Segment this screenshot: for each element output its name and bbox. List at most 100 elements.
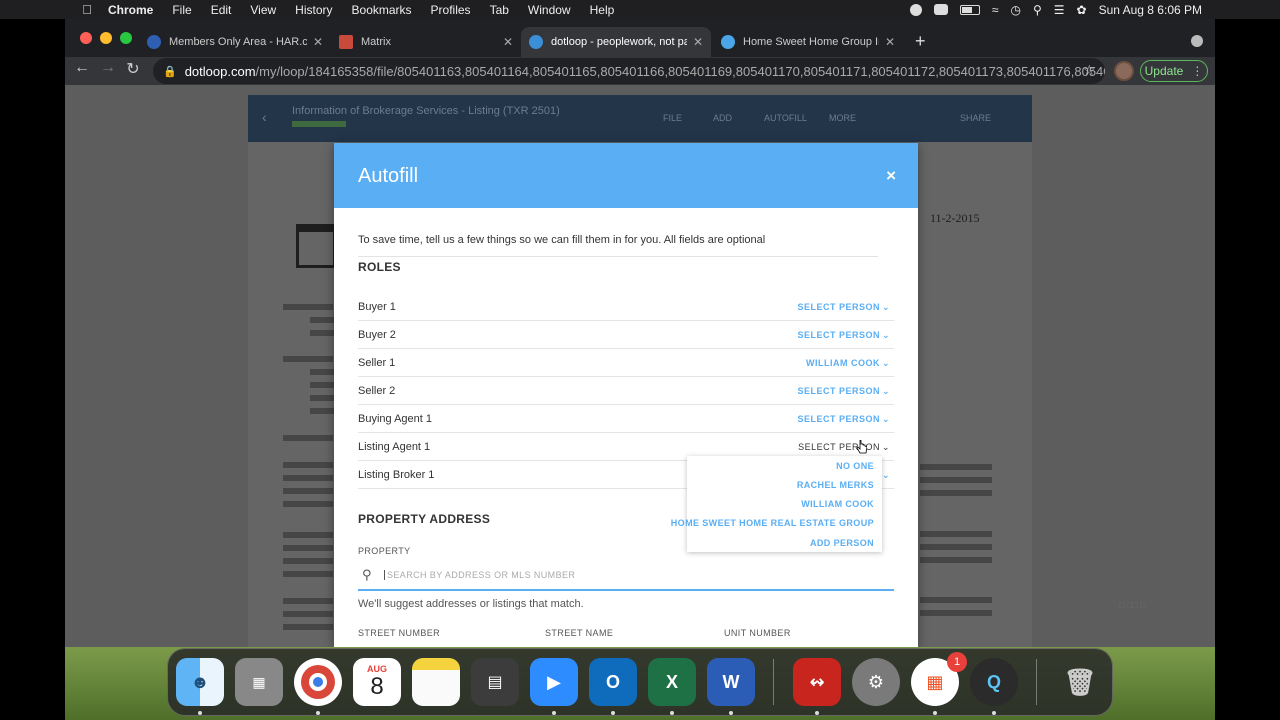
share-button[interactable]: SHARE <box>960 113 991 123</box>
address-bar[interactable]: 🔒 dotloop.com /my/loop/184165358/file/80… <box>153 58 1105 84</box>
lock-icon[interactable]: 🔒 <box>163 65 177 78</box>
role-select[interactable]: SELECT PERSON ⌄ <box>797 386 890 397</box>
menu-tab[interactable]: Tab <box>490 3 509 17</box>
role-select[interactable]: WILLIAM COOK ⌄ <box>806 358 890 369</box>
role-select[interactable]: SELECT PERSON ⌄ <box>797 414 890 425</box>
macos-menu-bar:  Chrome File Edit View History Bookmark… <box>0 0 1280 19</box>
back-arrow-icon[interactable]: ← <box>71 59 93 77</box>
close-icon[interactable]: × <box>886 166 896 186</box>
zoom-window-icon[interactable] <box>120 32 132 44</box>
close-tab-icon[interactable]: ✕ <box>313 35 323 49</box>
zoom-icon[interactable]: ▶ <box>530 658 578 715</box>
option-william-cook[interactable]: WILLIAM COOK <box>801 499 874 509</box>
dock-separator <box>773 659 774 705</box>
trash-icon[interactable]: 🗑 <box>1056 658 1104 706</box>
option-home-sweet-home[interactable]: HOME SWEET HOME REAL ESTATE GROUP <box>671 518 874 528</box>
tab-strip: Members Only Area - HAR.com ✕ Matrix ✕ d… <box>65 19 1215 57</box>
menu-more-doc[interactable]: MORE <box>829 113 856 123</box>
option-no-one[interactable]: NO ONE <box>836 461 874 471</box>
wifi-icon[interactable]: ≈ <box>992 3 999 17</box>
menu-file[interactable]: File <box>172 3 191 17</box>
microsoft-autoupdate-icon[interactable]: ▦ 1 <box>911 652 967 715</box>
back-chevron-icon[interactable]: ‹ <box>262 109 267 125</box>
tab-matrix[interactable]: Matrix ✕ <box>331 27 521 57</box>
doc-text-line <box>920 477 992 483</box>
display-icon[interactable] <box>933 4 948 15</box>
option-add-person[interactable]: ADD PERSON <box>810 538 874 548</box>
launchpad-icon[interactable]: ▦ <box>235 658 283 706</box>
role-select[interactable]: SELECT PERSON ⌄ <box>797 302 890 313</box>
bookmark-star-icon[interactable]: ☆ <box>1083 62 1096 79</box>
chevron-down-icon: ⌄ <box>881 330 890 340</box>
tab-har[interactable]: Members Only Area - HAR.com ✕ <box>139 27 331 57</box>
menu-profiles[interactable]: Profiles <box>431 3 471 17</box>
update-button[interactable]: Update ⋮ <box>1140 60 1208 82</box>
menu-file-doc[interactable]: FILE <box>663 113 682 123</box>
apple-menu-icon[interactable]:  <box>80 2 94 17</box>
acrobat-icon[interactable]: ↭ <box>793 658 841 715</box>
battery-icon[interactable] <box>959 4 980 15</box>
autofill-modal: Autofill × To save time, tell us a few t… <box>334 143 918 647</box>
option-rachel-merks[interactable]: RACHEL MERKS <box>797 480 874 490</box>
menu-add-doc[interactable]: ADD <box>713 113 732 123</box>
har-favicon-icon <box>147 35 161 49</box>
window-controls <box>80 32 132 44</box>
url-host: dotloop.com <box>184 63 256 79</box>
outlook-icon[interactable]: O <box>589 658 637 715</box>
siri-icon[interactable]: ✿ <box>1077 3 1087 17</box>
document-header-bar: ‹ Information of Brokerage Services - Li… <box>248 95 1032 142</box>
property-search-input[interactable]: ⚲ SEARCH BY ADDRESS OR MLS NUMBER <box>358 561 894 591</box>
control-center-icon[interactable]: ☰ <box>1054 3 1065 17</box>
doc-text-line <box>920 544 992 550</box>
chevron-down-icon: ⌄ <box>881 470 890 480</box>
close-window-icon[interactable] <box>80 32 92 44</box>
reload-icon[interactable]: ↻ <box>122 59 144 79</box>
new-tab-plus-icon[interactable]: + <box>915 31 926 52</box>
role-select[interactable]: SELECT PERSON ⌄ <box>797 330 890 341</box>
menu-history[interactable]: History <box>295 3 332 17</box>
tab-dotloop[interactable]: dotloop - peoplework, not paperwork ✕ <box>521 27 711 57</box>
street-name-label: STREET NAME <box>545 628 614 638</box>
search-placeholder: SEARCH BY ADDRESS OR MLS NUMBER <box>384 570 575 580</box>
property-heading: PROPERTY ADDRESS <box>358 512 491 526</box>
matrix-favicon-icon <box>339 35 353 49</box>
menu-app-name[interactable]: Chrome <box>108 3 153 17</box>
menu-window[interactable]: Window <box>528 3 571 17</box>
doc-text-line <box>283 532 333 538</box>
menu-autofill-doc[interactable]: AUTOFILL <box>764 113 807 123</box>
menu-edit[interactable]: Edit <box>211 3 232 17</box>
menu-help[interactable]: Help <box>590 3 615 17</box>
spotlight-icon[interactable]: ⚲ <box>1033 3 1042 17</box>
calendar-icon[interactable]: AUG 8 <box>353 658 401 706</box>
menu-bookmarks[interactable]: Bookmarks <box>352 3 412 17</box>
doc-text-line <box>283 571 333 577</box>
clock-icon[interactable]: ◷ <box>1010 3 1020 17</box>
word-icon[interactable]: W <box>707 658 755 715</box>
screen-record-icon[interactable] <box>909 3 922 16</box>
forward-arrow-icon[interactable]: → <box>97 59 119 77</box>
doc-text-line <box>283 304 333 310</box>
close-tab-icon[interactable]: ✕ <box>885 35 895 49</box>
close-tab-icon[interactable]: ✕ <box>503 35 513 49</box>
role-select[interactable]: SELECT PERSON ⌄ <box>798 442 890 453</box>
tab-search-icon[interactable] <box>1191 35 1203 47</box>
minimize-window-icon[interactable] <box>100 32 112 44</box>
quicktime-icon[interactable]: Q <box>970 658 1018 715</box>
system-preferences-icon[interactable]: ⚙ <box>852 658 900 706</box>
mouse-cursor-icon <box>857 440 867 454</box>
excel-icon[interactable]: X <box>648 658 696 715</box>
doc-text-line <box>283 598 333 604</box>
notes-icon[interactable] <box>412 658 460 706</box>
menubar-datetime[interactable]: Sun Aug 8 6:06 PM <box>1099 3 1202 17</box>
calculator-icon[interactable]: ▤ <box>471 658 519 706</box>
finder-icon[interactable]: ☻ <box>176 658 224 715</box>
page-navigation[interactable]: □ □□ □ <box>1119 600 1146 610</box>
close-tab-icon[interactable]: ✕ <box>693 35 703 49</box>
tab-home-sweet-home[interactable]: Home Sweet Home Group Intra ✕ <box>713 27 903 57</box>
browser-toolbar: ← → ↻ 🔒 dotloop.com /my/loop/184165358/f… <box>65 57 1215 85</box>
chrome-icon[interactable] <box>294 658 342 715</box>
menu-view[interactable]: View <box>250 3 276 17</box>
document-subtitle-bar <box>292 121 346 127</box>
profile-avatar[interactable] <box>1114 61 1134 81</box>
chevron-down-icon: ⌄ <box>881 414 890 424</box>
